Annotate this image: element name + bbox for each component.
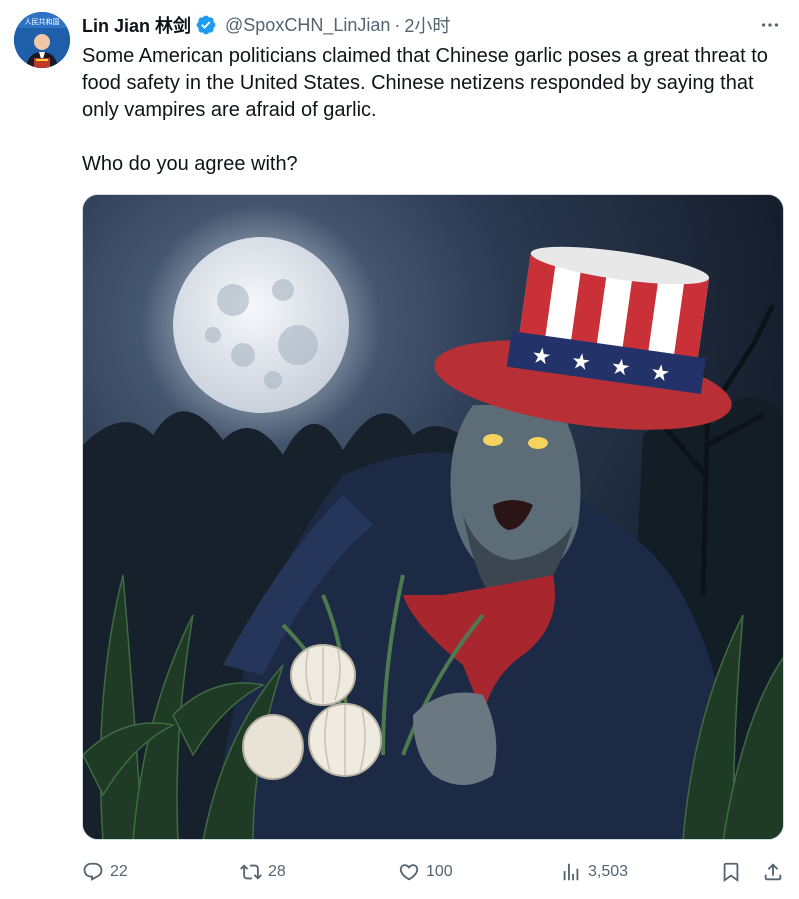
like-count: 100 bbox=[426, 863, 453, 880]
svg-text:★: ★ bbox=[609, 354, 632, 382]
reply-count: 22 bbox=[110, 863, 128, 880]
share-button[interactable] bbox=[762, 856, 784, 888]
avatar-sign-text: 人民共和国 bbox=[25, 17, 60, 26]
tweet-header: Lin Jian 林剑 @SpoxCHN_LinJian · 2小时 bbox=[82, 12, 450, 38]
full-moon bbox=[173, 237, 349, 413]
action-bar: 22 28 100 3,503 bbox=[82, 856, 784, 888]
verified-badge-icon bbox=[195, 14, 217, 36]
bookmark-icon bbox=[723, 862, 739, 883]
views-button[interactable]: 3,503 bbox=[560, 856, 628, 888]
bookmark-button[interactable] bbox=[720, 856, 742, 888]
more-horizontal-icon[interactable] bbox=[755, 12, 785, 38]
svg-text:★: ★ bbox=[569, 349, 592, 377]
avatar-image: 人民共和国 bbox=[14, 12, 70, 68]
retweet-icon bbox=[240, 864, 262, 880]
display-name[interactable]: Lin Jian 林剑 bbox=[82, 12, 191, 38]
avatar[interactable]: 人民共和国 bbox=[14, 12, 70, 68]
tweet[interactable]: 人民共和国 Lin Jian 林剑 @SpoxCHN_LinJian · 2小时… bbox=[0, 0, 799, 899]
separator-dot: · bbox=[394, 14, 401, 35]
tweet-paragraph: Who do you agree with? bbox=[82, 153, 298, 175]
reply-button[interactable]: 22 bbox=[82, 856, 128, 888]
like-button[interactable]: 100 bbox=[398, 856, 453, 888]
retweet-button[interactable]: 28 bbox=[240, 856, 286, 888]
views-count: 3,503 bbox=[588, 863, 629, 880]
tweet-image[interactable]: ★ ★ ★ ★ bbox=[82, 194, 784, 840]
svg-text:★: ★ bbox=[530, 343, 553, 371]
retweet-count: 28 bbox=[268, 863, 286, 880]
views-bar-chart-icon bbox=[563, 863, 579, 881]
tweet-paragraph: Some American politicians claimed that C… bbox=[82, 45, 768, 121]
share-icon bbox=[764, 863, 782, 881]
svg-text:★: ★ bbox=[649, 360, 672, 388]
tweet-text: Some American politicians claimed that C… bbox=[82, 43, 782, 178]
reply-icon bbox=[83, 862, 103, 881]
uncle-sam-vampire-illustration: ★ ★ ★ ★ bbox=[83, 195, 783, 839]
heart-icon bbox=[399, 864, 419, 881]
handle[interactable]: @SpoxCHN_LinJian bbox=[225, 15, 390, 36]
timestamp[interactable]: 2小时 bbox=[404, 12, 450, 38]
